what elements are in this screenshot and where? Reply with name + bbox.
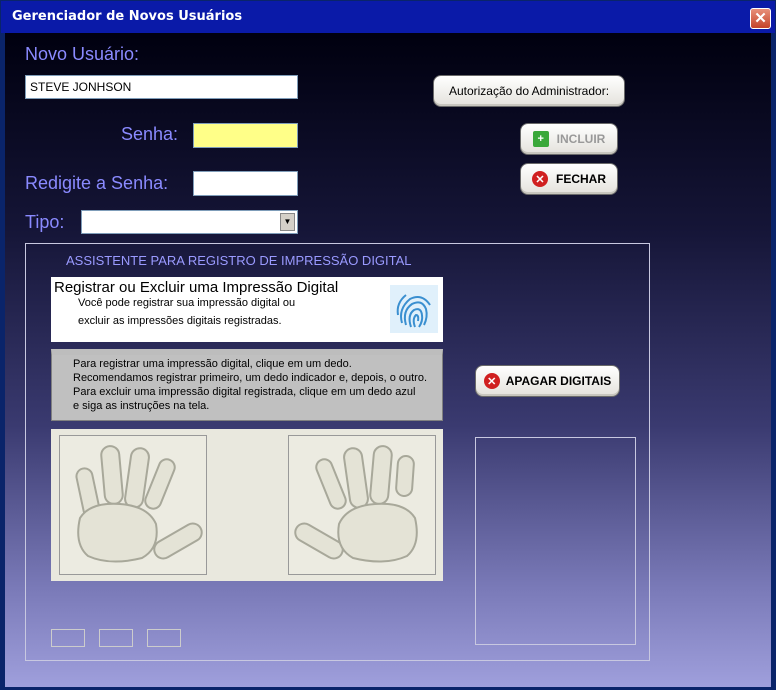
senha-input[interactable] bbox=[193, 123, 298, 148]
right-ring-finger[interactable] bbox=[369, 445, 393, 505]
fingerprint-preview-box bbox=[475, 437, 636, 645]
senha-label: Senha: bbox=[121, 124, 179, 144]
autorizacao-label: Autorização do Administrador: bbox=[448, 84, 610, 98]
redigite-senha-label: Redigite a Senha: bbox=[25, 173, 169, 193]
client-area: Novo Usuário: Senha: Redigite a Senha: T… bbox=[5, 33, 771, 687]
redigite-senha-input[interactable] bbox=[193, 171, 298, 196]
incluir-button[interactable]: + INCLUIR bbox=[520, 123, 618, 155]
instructions-box: Para registrar uma impressão digital, cl… bbox=[51, 349, 443, 421]
right-palm bbox=[337, 502, 418, 563]
help-line-1: Você pode registrar sua impressão digita… bbox=[78, 297, 296, 309]
title-bar[interactable]: Gerenciador de Novos Usuários ✕ bbox=[1, 1, 775, 33]
left-palm bbox=[77, 502, 158, 563]
assistant-heading: ASSISTENTE PARA REGISTRO DE IMPRESSÃO DI… bbox=[66, 253, 412, 268]
help-line-2: excluir as impressões digitais registrad… bbox=[78, 315, 282, 327]
autorizacao-administrador-button[interactable]: Autorização do Administrador: bbox=[433, 75, 625, 107]
apagar-digitais-button[interactable]: ✕ APAGAR DIGITAIS bbox=[475, 365, 620, 397]
fechar-button[interactable]: ✕ FECHAR bbox=[520, 163, 618, 195]
instruction-line: Recomendamos registrar primeiro, um dedo… bbox=[73, 372, 428, 384]
left-thumb[interactable] bbox=[151, 520, 205, 562]
window-title: Gerenciador de Novos Usuários bbox=[12, 9, 243, 24]
novo-usuario-label: Novo Usuário: bbox=[25, 44, 140, 64]
status-box-2 bbox=[99, 629, 133, 647]
left-hand bbox=[59, 435, 207, 575]
fechar-label: FECHAR bbox=[556, 172, 606, 186]
novo-usuario-input[interactable] bbox=[25, 75, 298, 99]
instruction-line: e siga as instruções na tela. bbox=[73, 400, 210, 412]
tipo-label: Tipo: bbox=[25, 212, 65, 232]
plus-icon: + bbox=[532, 131, 549, 147]
left-ring-finger[interactable] bbox=[100, 445, 124, 505]
window: Gerenciador de Novos Usuários ✕ Novo Usu… bbox=[0, 0, 776, 690]
right-hand bbox=[288, 435, 436, 575]
close-window-button[interactable]: ✕ bbox=[750, 8, 771, 29]
right-pinky-finger[interactable] bbox=[395, 455, 415, 497]
close-icon: ✕ bbox=[532, 171, 548, 187]
hands-area bbox=[51, 429, 443, 581]
help-title: Registrar ou Excluir uma Impressão Digit… bbox=[54, 279, 339, 296]
incluir-label: INCLUIR bbox=[556, 132, 606, 146]
close-icon: ✕ bbox=[483, 373, 500, 389]
tipo-select[interactable]: ▼ bbox=[81, 210, 298, 234]
instruction-line: Para registrar uma impressão digital, cl… bbox=[73, 358, 352, 370]
status-box-3 bbox=[147, 629, 181, 647]
fingerprint-icon bbox=[390, 285, 438, 333]
apagar-label: APAGAR DIGITAIS bbox=[505, 374, 612, 388]
instruction-line: Para excluir uma impressão digital regis… bbox=[73, 386, 416, 398]
status-box-1 bbox=[51, 629, 85, 647]
chevron-down-icon[interactable]: ▼ bbox=[280, 213, 295, 231]
right-index-finger[interactable] bbox=[314, 457, 348, 511]
help-box: Registrar ou Excluir uma Impressão Digit… bbox=[51, 277, 443, 342]
right-middle-finger[interactable] bbox=[343, 447, 369, 509]
